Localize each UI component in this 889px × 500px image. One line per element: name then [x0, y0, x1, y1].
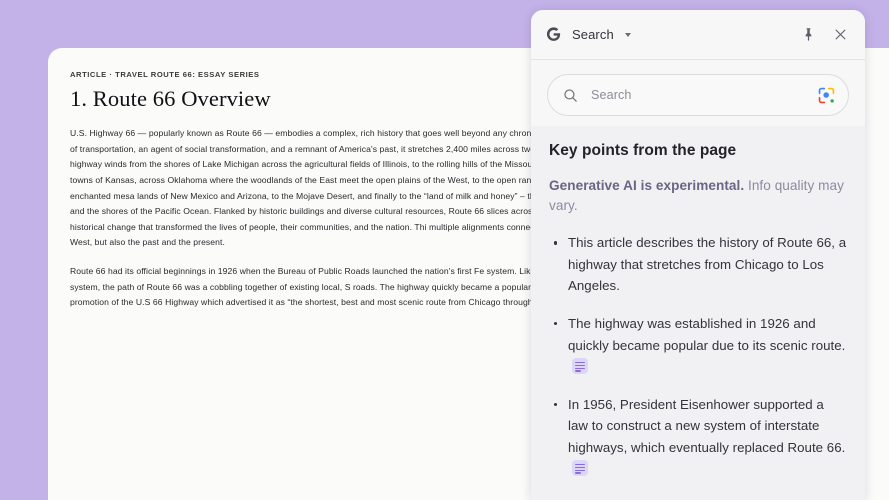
ai-disclaimer-strong: Generative AI is experimental. — [549, 178, 744, 193]
side-panel-title: Search — [572, 27, 614, 42]
key-point-text: This article describes the history of Ro… — [568, 235, 846, 293]
citation-chip[interactable] — [572, 358, 588, 374]
list-item: The highway was established in 1926 and … — [549, 313, 847, 378]
list-item: In 1956, President Eisenhower supported … — [549, 394, 847, 480]
google-lens-icon[interactable] — [817, 86, 836, 105]
citation-chip[interactable] — [572, 460, 588, 476]
key-point-text: In 1956, President Eisenhower supported … — [568, 397, 845, 455]
search-input[interactable]: Search — [547, 74, 849, 116]
google-search-side-panel: Search Search — [531, 10, 865, 500]
key-points-title: Key points from the page — [549, 142, 847, 160]
chevron-down-icon[interactable] — [625, 33, 631, 37]
search-area: Search — [531, 60, 865, 126]
close-icon[interactable] — [827, 22, 853, 48]
search-icon — [562, 87, 579, 104]
pin-icon[interactable] — [795, 22, 821, 48]
side-panel-body: Key points from the page Generative AI i… — [531, 126, 865, 500]
side-panel-header: Search — [531, 10, 865, 60]
search-input-placeholder[interactable]: Search — [591, 88, 817, 102]
google-g-logo — [545, 26, 562, 43]
list-item: This article describes the history of Ro… — [549, 232, 847, 297]
key-points-list: This article describes the history of Ro… — [549, 232, 847, 479]
key-point-text: The highway was established in 1926 and … — [568, 316, 845, 353]
ai-disclaimer: Generative AI is experimental. Info qual… — [549, 176, 847, 215]
